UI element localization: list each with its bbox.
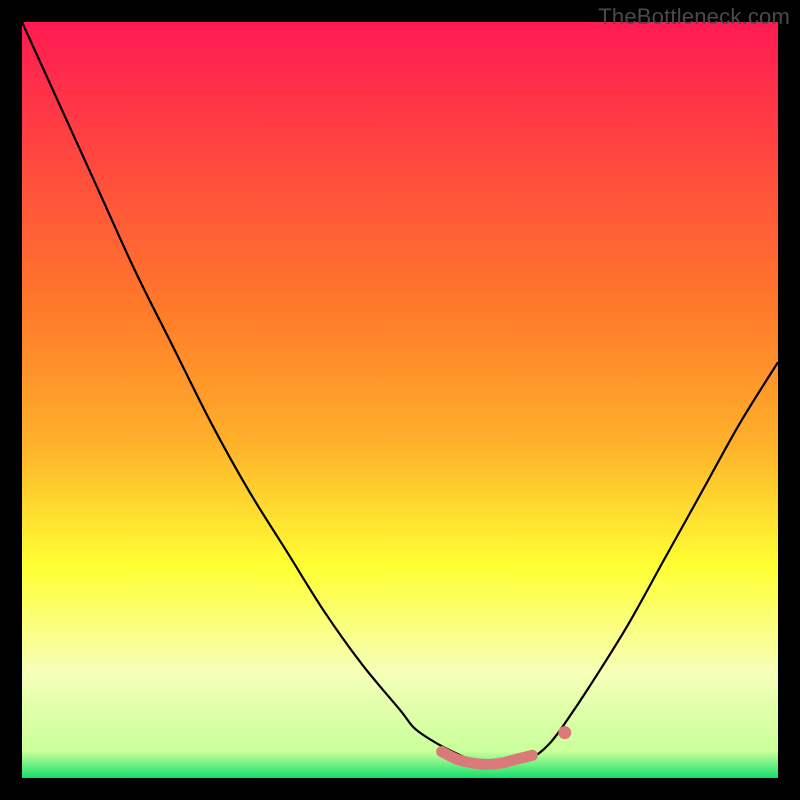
bottleneck-curve-chart (0, 0, 800, 800)
watermark-text: TheBottleneck.com (598, 4, 790, 30)
chart-frame: TheBottleneck.com (0, 0, 800, 800)
highlight-dot (558, 726, 571, 739)
